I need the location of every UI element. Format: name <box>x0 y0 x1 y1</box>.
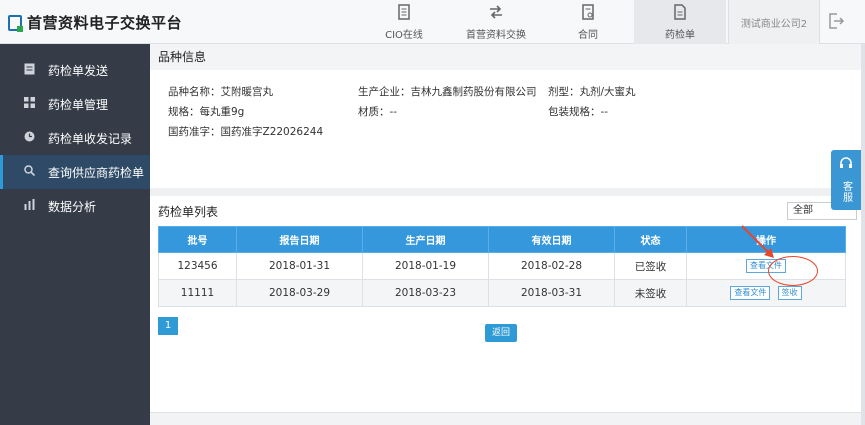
section-title: 品种信息 <box>150 44 865 70</box>
list-header: 药检单列表 全部 <box>150 196 865 226</box>
sidebar-item-label: 药检单发送 <box>48 63 109 78</box>
clock-icon <box>22 131 36 145</box>
annotation-circle <box>768 256 818 286</box>
column-header: 报告日期 <box>236 226 363 253</box>
company-name[interactable]: 测试商业公司2 <box>728 0 820 44</box>
sidebar-item-label: 药检单管理 <box>48 97 109 112</box>
bar-chart-icon <box>22 199 36 213</box>
logo-text: 首营资料电子交换平台 <box>27 14 183 32</box>
table-row: 11111 2018-03-29 2018-03-23 2018-03-31 未… <box>158 279 846 307</box>
list-title: 药检单列表 <box>158 204 219 219</box>
send-icon <box>22 63 36 78</box>
sidebar-item-query-supplier[interactable]: 查询供应商药检单 <box>0 155 150 189</box>
nav-inspection-report[interactable]: 药检单 <box>634 0 726 44</box>
nav-label: 首营资料交换 <box>466 29 526 41</box>
column-header: 有效日期 <box>488 226 615 253</box>
nav-contract[interactable]: 合同 <box>542 0 634 44</box>
cell-status: 已签收 <box>614 252 687 280</box>
product-approval: 国药准字：国药准字Z22026244 <box>168 126 324 138</box>
cell-production-date: 2018-03-23 <box>362 279 489 307</box>
sidebar-item-records[interactable]: 药检单收发记录 <box>0 121 150 155</box>
product-material: 材质：-- <box>358 106 398 118</box>
cell-production-date: 2018-01-19 <box>362 252 489 280</box>
product-dosage-form: 剂型：丸剂/大蜜丸 <box>548 86 636 98</box>
sidebar-item-send[interactable]: 药检单发送 <box>0 53 150 87</box>
cell-status: 未签收 <box>614 279 687 307</box>
exchange-icon <box>488 4 504 24</box>
customer-service-label: 客服 <box>840 181 852 203</box>
logout-icon[interactable] <box>826 12 846 32</box>
sidebar-item-label: 药检单收发记录 <box>48 131 133 146</box>
customer-service-button[interactable]: 客服 <box>831 150 861 210</box>
cell-expiry-date: 2018-02-28 <box>488 252 615 280</box>
nav-label: CIO在线 <box>385 29 423 41</box>
cell-expiry-date: 2018-03-31 <box>488 279 615 307</box>
logo[interactable]: 首营资料电子交换平台 <box>8 12 182 33</box>
nav-first-exchange[interactable]: 首营资料交换 <box>450 0 542 44</box>
cell-batch: 11111 <box>158 279 237 307</box>
annotation-arrow-icon <box>741 225 774 258</box>
cell-actions: 查看文件 签收 <box>686 279 846 307</box>
product-name: 品种名称：艾附暖宫丸 <box>168 86 273 98</box>
main-content: 品种信息 品种名称：艾附暖宫丸 生产企业：吉林九鑫制药股份有限公司 剂型：丸剂/… <box>150 44 865 425</box>
sidebar: 药检单发送 药检单管理 药检单收发记录 查询供应商药检单 数据分析 <box>0 44 150 425</box>
cell-batch: 123456 <box>158 252 237 280</box>
top-bar: 首营资料电子交换平台 CIO在线 首营资料交换 合同 药检单 测试商业公司2 <box>0 0 865 44</box>
main-nav: CIO在线 首营资料交换 合同 药检单 <box>358 0 726 44</box>
sign-button[interactable]: 签收 <box>777 286 802 300</box>
sidebar-item-analytics[interactable]: 数据分析 <box>0 189 150 223</box>
cell-report-date: 2018-03-29 <box>236 279 363 307</box>
column-header: 生产日期 <box>362 226 489 253</box>
contract-icon <box>581 3 595 24</box>
nav-label: 药检单 <box>665 29 695 41</box>
headset-icon <box>839 157 853 175</box>
nav-cio-online[interactable]: CIO在线 <box>358 0 450 44</box>
page-1-button[interactable]: 1 <box>158 317 178 335</box>
column-header: 状态 <box>614 226 687 253</box>
sidebar-item-label: 查询供应商药检单 <box>48 165 145 180</box>
product-info: 品种名称：艾附暖宫丸 生产企业：吉林九鑫制药股份有限公司 剂型：丸剂/大蜜丸 规… <box>150 70 865 196</box>
sidebar-item-manage[interactable]: 药检单管理 <box>0 87 150 121</box>
footer-band <box>150 412 865 425</box>
product-manufacturer: 生产企业：吉林九鑫制药股份有限公司 <box>358 86 537 98</box>
nav-label: 合同 <box>578 29 598 41</box>
sidebar-item-label: 数据分析 <box>48 199 97 214</box>
report-icon <box>673 3 687 24</box>
back-button[interactable]: 返回 <box>485 324 517 342</box>
scrollbar-track[interactable] <box>861 44 865 425</box>
column-header: 批号 <box>158 226 237 253</box>
document-icon <box>397 3 411 24</box>
logo-icon <box>8 14 23 32</box>
product-package-spec: 包装规格：-- <box>548 106 609 118</box>
cell-report-date: 2018-01-31 <box>236 252 363 280</box>
product-spec: 规格：每丸重9g <box>168 106 245 118</box>
view-file-button[interactable]: 查看文件 <box>730 286 771 300</box>
grid-icon <box>22 97 36 111</box>
search-icon <box>22 165 36 179</box>
